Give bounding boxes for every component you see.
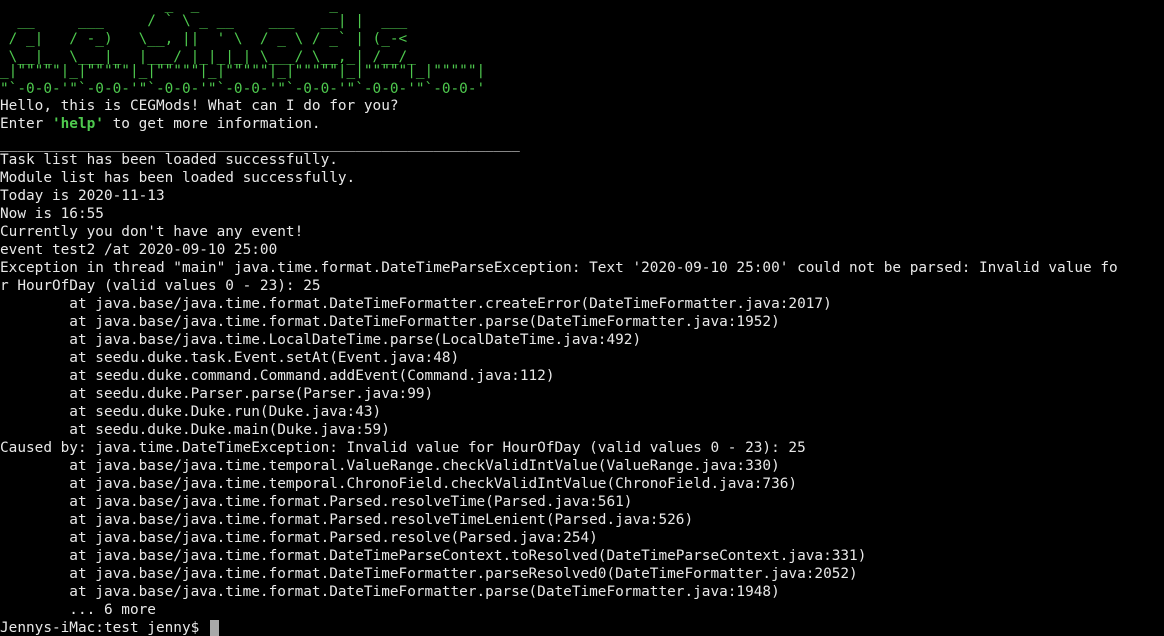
output-line: at java.base/java.time.format.DateTimeFo… (0, 314, 780, 330)
output-line: at java.base/java.time.temporal.ValueRan… (0, 458, 780, 474)
output-line: at seedu.duke.Parser.parse(Parser.java:9… (0, 386, 434, 402)
output-line: at java.base/java.time.temporal.ChronoFi… (0, 476, 798, 492)
help-keyword: 'help' (51, 116, 104, 132)
output-line: at seedu.duke.Duke.run(Duke.java:43) (0, 404, 382, 420)
output-line: at seedu.duke.Duke.main(Duke.java:59) (0, 422, 390, 438)
help-prefix: Enter (0, 116, 52, 132)
output-line: at java.base/java.time.format.DateTimeFo… (0, 584, 780, 600)
output-line: Module list has been loaded successfully… (0, 170, 356, 186)
output-line: at java.base/java.time.format.DateTimeFo… (0, 566, 858, 582)
help-hint: Enter 'help' to get more information. (0, 115, 321, 133)
output-line: Caused by: java.time.DateTimeException: … (0, 440, 806, 456)
output-line: at java.base/java.time.format.Parsed.res… (0, 530, 598, 546)
output-line: Task list has been loaded successfully. (0, 152, 338, 168)
output-line: Now is 16:55 (0, 206, 104, 222)
prompt-text: Jennys-iMac:test jenny$ (0, 620, 208, 636)
output-line: event test2 /at 2020-09-10 25:00 (0, 242, 278, 258)
logo-line: "`-0-0-'"`-0-0-'"`-0-0-'"`-0-0-'"`-0-0-'… (0, 81, 486, 97)
output-line: at seedu.duke.task.Event.setAt(Event.jav… (0, 350, 460, 366)
help-suffix: to get more information. (103, 116, 321, 132)
output-line: at java.base/java.time.format.Parsed.res… (0, 512, 694, 528)
output-line: at java.base/java.time.format.DateTimeFo… (0, 296, 832, 312)
output-line: at java.base/java.time.format.Parsed.res… (0, 494, 633, 510)
output-line: r HourOfDay (valid values 0 - 23): 25 (0, 278, 321, 294)
terminal-window[interactable]: _ _ _ __ ___ / ` \ _ __ ___ __| | ___ / … (0, 0, 1164, 636)
logo-line: __ ___ / ` \ _ __ ___ __| | ___ (0, 13, 416, 29)
output-line: at seedu.duke.command.Command.addEvent(C… (0, 368, 555, 384)
greeting-text: Hello, this is CEGMods! What can I do fo… (0, 98, 399, 114)
output-line: Today is 2020-11-13 (0, 188, 165, 204)
logo-line: _|"""""|_|"""""|_|"""""|_|"""""|_|"""""|… (0, 63, 486, 79)
output-line: Exception in thread "main" java.time.for… (0, 260, 1118, 276)
output-line: ... 6 more (0, 602, 156, 618)
shell-prompt[interactable]: Jennys-iMac:test jenny$ (0, 619, 219, 636)
text-cursor (209, 619, 219, 636)
output-line: Currently you don't have any event! (0, 224, 304, 240)
output-line: at java.base/java.time.LocalDateTime.par… (0, 332, 642, 348)
output-line: at java.base/java.time.format.DateTimePa… (0, 548, 867, 564)
logo-line: / _| / -_) \__, || ' \ / _ \ / _` | (_-< (0, 31, 416, 47)
